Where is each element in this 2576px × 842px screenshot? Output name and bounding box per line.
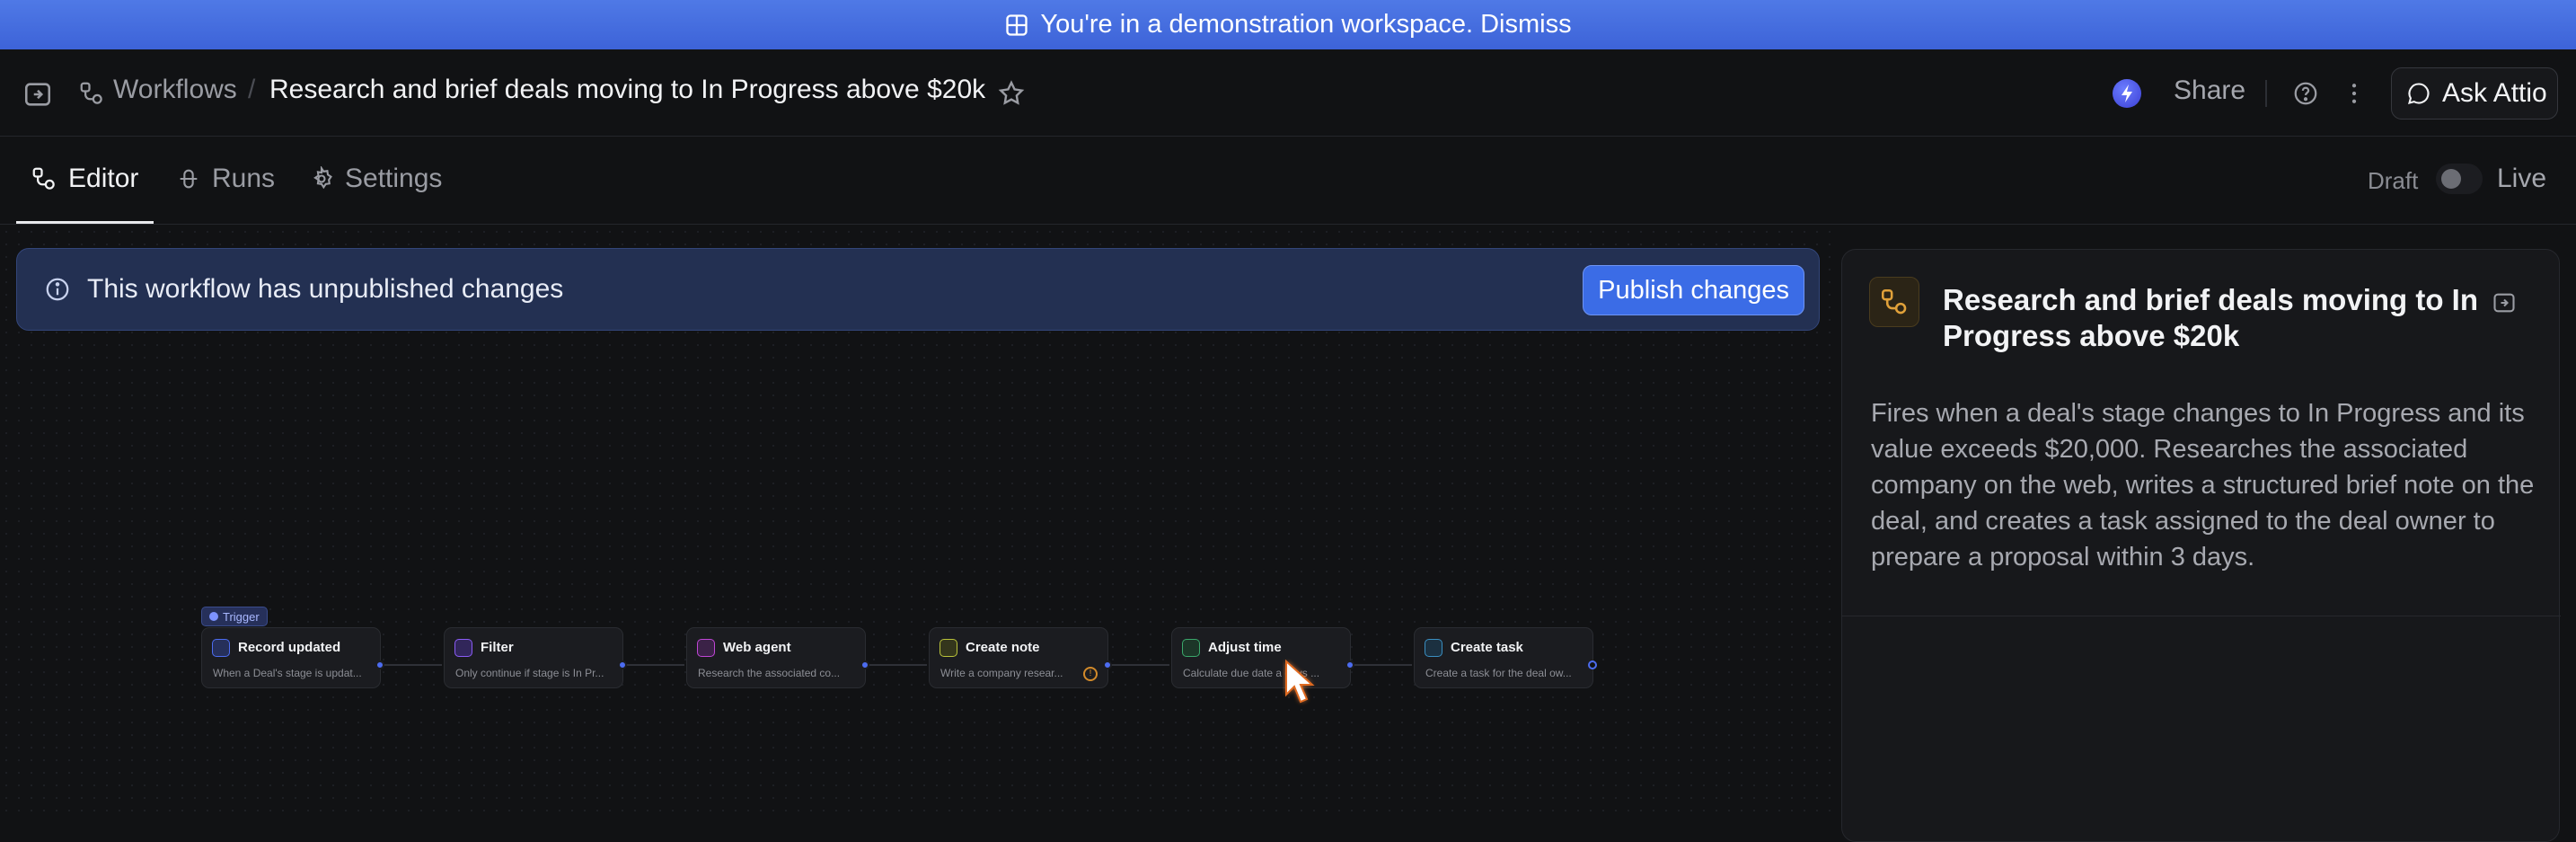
help-icon[interactable] (2290, 78, 2321, 109)
node-adjust-time[interactable]: Adjust time Calculate due date a days ..… (1171, 627, 1351, 688)
edge (625, 664, 684, 666)
trigger-label: Trigger (223, 609, 260, 624)
ask-attio-label: Ask Attio (2442, 78, 2547, 108)
sidebar-toggle-icon[interactable] (22, 78, 54, 111)
workflow-canvas[interactable]: This workflow has unpublished changes Pu… (0, 226, 1832, 821)
node-desc: Only continue if stage is In Pr... (455, 667, 604, 679)
node-title: Web agent (723, 640, 791, 655)
node-desc: Calculate due date a days ... (1183, 667, 1320, 679)
notice-text: This workflow has unpublished changes (87, 274, 564, 304)
node-filter[interactable]: Filter Only continue if stage is In Pr..… (444, 627, 623, 688)
node-title: Create note (966, 640, 1040, 655)
edge (1110, 664, 1169, 666)
gear-icon (313, 166, 332, 190)
task-icon (1425, 639, 1442, 657)
top-bar: Workflows / Research and brief deals mov… (0, 49, 2576, 137)
output-handle[interactable] (860, 660, 869, 669)
warning-icon: ! (1083, 667, 1098, 681)
tab-runs[interactable]: Runs (176, 164, 275, 194)
agent-icon (697, 639, 715, 657)
node-title: Filter (481, 640, 514, 655)
unpublished-notice: This workflow has unpublished changes Pu… (16, 248, 1820, 331)
note-icon (940, 639, 957, 657)
node-title: Create task (1451, 640, 1523, 655)
workflow-title[interactable]: Research and brief deals moving to In Pr… (269, 75, 985, 105)
ask-attio-button[interactable]: Ask Attio (2391, 67, 2558, 120)
tab-settings-label: Settings (345, 164, 443, 193)
node-desc: Create a task for the deal ow... (1425, 667, 1572, 679)
live-toggle[interactable] (2436, 164, 2483, 194)
trigger-icon (209, 612, 218, 621)
node-record-updated[interactable]: Record updated When a Deal's stage is up… (201, 627, 381, 688)
node-title: Record updated (238, 640, 341, 655)
draft-label: Draft (2368, 167, 2419, 194)
trigger-badge: Trigger (201, 607, 268, 626)
tab-editor-label: Editor (68, 164, 139, 193)
runs-icon (180, 169, 198, 189)
bolt-icon[interactable] (2113, 79, 2141, 108)
record-icon (212, 639, 230, 657)
tab-bar: Editor Runs Settings Draft Live (0, 137, 2576, 225)
output-handle[interactable] (375, 660, 384, 669)
filter-icon (454, 639, 472, 657)
live-label[interactable]: Live (2497, 164, 2546, 194)
edge (1353, 664, 1412, 666)
chat-icon (2408, 83, 2430, 104)
node-create-note[interactable]: Create note Write a company resear... (929, 627, 1108, 688)
share-button[interactable]: Share (2174, 75, 2245, 106)
output-handle[interactable] (618, 660, 627, 669)
workflow-details-panel: Research and brief deals moving to In Pr… (1841, 249, 2561, 842)
workflow-icon (77, 79, 106, 108)
node-desc: Write a company resear... (940, 667, 1063, 679)
workflow-icon (1869, 277, 1919, 327)
tab-editor[interactable]: Editor (31, 164, 138, 194)
divider (2265, 80, 2267, 107)
node-desc: Research the associated co... (698, 667, 841, 679)
node-title: Adjust time (1208, 640, 1282, 655)
star-icon[interactable] (995, 77, 1028, 110)
node-create-task[interactable]: Create task Create a task for the deal o… (1414, 627, 1593, 688)
demo-banner-text[interactable]: You're in a demonstration workspace. Dis… (1040, 10, 1571, 40)
publish-changes-button[interactable]: Publish changes (1583, 265, 1804, 315)
breadcrumb-separator: / (248, 75, 256, 104)
edge (868, 664, 927, 666)
mouse-cursor-icon (1285, 659, 1315, 704)
clock-icon (1182, 639, 1200, 657)
more-options-icon[interactable] (2339, 78, 2369, 109)
workflow-icon (32, 167, 55, 190)
output-handle[interactable] (1345, 660, 1354, 669)
breadcrumb-workflows[interactable]: Workflows (113, 75, 237, 105)
info-icon (46, 278, 69, 301)
panel-description[interactable]: Fires when a deal's stage changes to In … (1871, 395, 2536, 575)
tab-runs-label: Runs (212, 164, 276, 193)
node-desc: When a Deal's stage is updat... (213, 667, 362, 679)
collapse-panel-icon[interactable] (2491, 289, 2518, 316)
node-web-agent[interactable]: Web agent Research the associated co... (686, 627, 866, 688)
output-handle[interactable] (1103, 660, 1112, 669)
edge (383, 664, 442, 666)
active-tab-indicator (16, 221, 154, 224)
demo-banner[interactable]: You're in a demonstration workspace. Dis… (0, 0, 2576, 49)
panel-title: Research and brief deals moving to In Pr… (1943, 283, 2478, 352)
layout-icon (1006, 13, 1028, 36)
tab-settings[interactable]: Settings (309, 164, 442, 194)
output-handle[interactable] (1588, 660, 1597, 669)
